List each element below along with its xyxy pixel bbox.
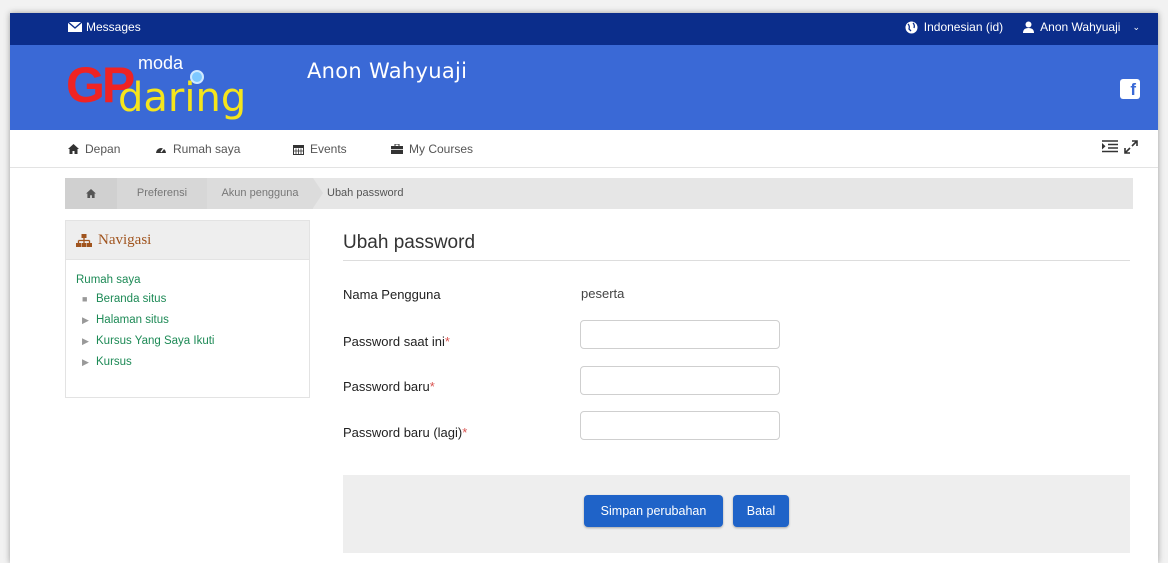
sitemap-icon	[76, 233, 92, 247]
caret-right-icon: ▶	[82, 315, 89, 325]
new-password-again-label: Password baru (lagi)*	[343, 425, 467, 440]
calendar-icon	[293, 144, 304, 155]
logo-daring-text: daring	[118, 75, 247, 121]
caret-right-icon: ▶	[82, 336, 89, 346]
page-title: Ubah password	[343, 232, 476, 253]
nav-tree-item-kursus-yang-saya-ikuti[interactable]: ▶ Kursus Yang Saya Ikuti	[82, 331, 299, 352]
current-password-input[interactable]	[580, 320, 780, 349]
messages-link[interactable]: Messages	[68, 20, 141, 34]
logo-dot	[190, 70, 204, 84]
chevron-down-icon[interactable]: ⌄	[1132, 22, 1140, 33]
dashboard-icon	[156, 147, 166, 153]
logo-moda-text: moda	[138, 53, 184, 73]
save-changes-button[interactable]: Simpan perubahan	[584, 495, 723, 527]
nav-tree-item-beranda-situs[interactable]: ■ Beranda situs	[82, 289, 299, 310]
bullet-icon: ■	[82, 294, 88, 304]
home-icon	[86, 188, 96, 198]
expand-icon[interactable]	[1124, 140, 1138, 154]
breadcrumb-separator	[313, 178, 323, 208]
username-value: peserta	[581, 286, 625, 301]
briefcase-icon	[391, 144, 403, 154]
navigation-block-title: Navigasi	[98, 231, 152, 248]
messages-label: Messages	[86, 20, 141, 34]
breadcrumb-item-akun-pengguna[interactable]: Akun pengguna	[207, 178, 313, 209]
breadcrumb-item-current: Ubah password	[327, 187, 404, 199]
language-menu[interactable]: Indonesian (id)	[924, 20, 1003, 34]
user-menu[interactable]: Anon Wahyuaji	[1040, 20, 1120, 34]
breadcrumb: Preferensi Akun pengguna Ubah password	[65, 178, 1133, 209]
nav-label-depan: Depan	[85, 142, 121, 156]
required-mark: *	[444, 334, 450, 349]
user-icon	[1023, 21, 1035, 33]
nav-tree-label: Beranda situs	[96, 293, 167, 305]
title-divider	[343, 260, 1130, 261]
new-password-again-label-text: Password baru (lagi)	[343, 425, 463, 440]
required-mark: *	[462, 425, 468, 440]
nav-tree-item-kursus[interactable]: ▶ Kursus	[82, 352, 299, 373]
site-logo[interactable]: GP daring moda	[66, 51, 296, 123]
new-password-input[interactable]	[580, 366, 780, 395]
indent-toggle-icon[interactable]	[1102, 140, 1118, 153]
caret-right-icon: ▶	[82, 357, 89, 367]
nav-label-my-courses: My Courses	[409, 142, 474, 156]
breadcrumb-home[interactable]	[65, 178, 117, 209]
current-password-label-text: Password saat ini	[343, 334, 445, 349]
new-password-label: Password baru*	[343, 379, 435, 394]
nav-item-my-courses[interactable]: My Courses	[391, 142, 473, 156]
facebook-icon[interactable]: f	[1120, 79, 1140, 99]
new-password-again-input[interactable]	[580, 411, 780, 440]
site-header: GP daring moda Anon Wahyuaji f	[10, 45, 1158, 130]
top-bar: Messages Indonesian (id) Anon Wahyuaji ⌄	[10, 13, 1158, 45]
nav-item-rumah-saya[interactable]: Rumah saya	[155, 142, 240, 156]
site-name: Anon Wahyuaji	[307, 59, 468, 83]
nav-tree-root[interactable]: Rumah saya	[76, 274, 299, 286]
nav-tree-label: Halaman situs	[96, 314, 169, 326]
current-password-label: Password saat ini*	[343, 334, 450, 349]
navigation-block: Navigasi Rumah saya ■ Beranda situs ▶ Ha…	[65, 220, 310, 398]
nav-label-events: Events	[310, 142, 347, 156]
nav-tree-label: Kursus	[96, 356, 132, 368]
nav-tree-item-halaman-situs[interactable]: ▶ Halaman situs	[82, 310, 299, 331]
globe-icon	[905, 21, 918, 33]
main-navbar: Depan Rumah saya Events My Courses	[10, 130, 1158, 168]
new-password-label-text: Password baru	[343, 379, 430, 394]
home-icon	[68, 144, 79, 154]
nav-label-rumah-saya: Rumah saya	[173, 142, 241, 156]
nav-item-events[interactable]: Events	[293, 142, 347, 156]
cancel-button[interactable]: Batal	[733, 495, 789, 527]
browser-frame: Messages Indonesian (id) Anon Wahyuaji ⌄…	[10, 13, 1158, 563]
envelope-icon	[68, 22, 82, 32]
nav-tree-label: Kursus Yang Saya Ikuti	[96, 335, 215, 347]
navigation-block-header[interactable]: Navigasi	[66, 221, 309, 260]
breadcrumb-item-preferensi[interactable]: Preferensi	[117, 178, 207, 209]
required-mark: *	[429, 379, 435, 394]
username-label: Nama Pengguna	[343, 287, 441, 302]
nav-item-depan[interactable]: Depan	[68, 142, 120, 156]
